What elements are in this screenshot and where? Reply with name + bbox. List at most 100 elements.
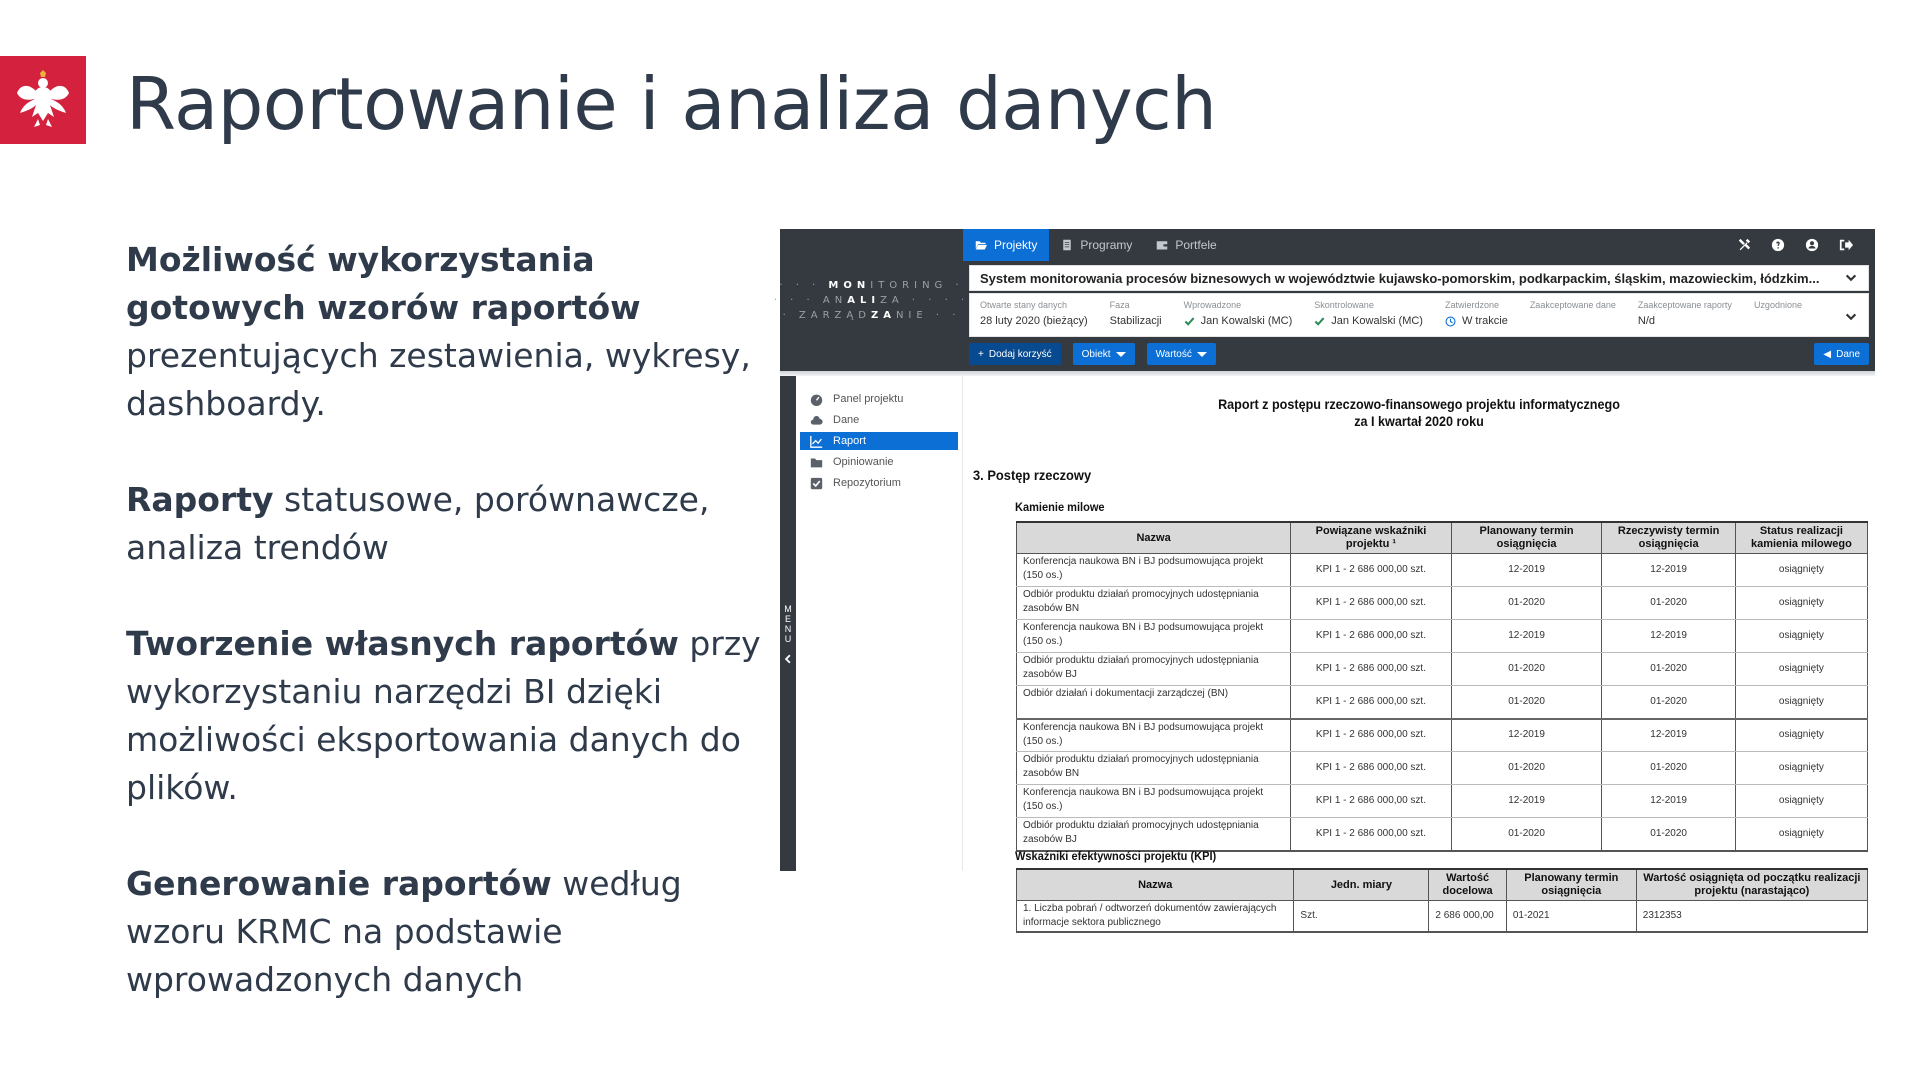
feature-text: prezentujących zestawienia, wykresy, das… <box>126 336 751 423</box>
add-benefit-button[interactable]: + Dodaj korzyść <box>969 343 1061 365</box>
tools-icon[interactable] <box>1737 238 1751 252</box>
chevron-down-icon[interactable] <box>1844 271 1858 285</box>
status-field: Zaakceptowane dane <box>1529 300 1616 310</box>
table-cell: osiągnięty <box>1734 553 1869 587</box>
data-back-button[interactable]: ◀ Dane <box>1814 343 1869 365</box>
column-header: Planowany termin osiągnięcia <box>1505 868 1637 901</box>
table-cell: Odbiór działań i dokumentacji zarządczej… <box>1015 685 1292 720</box>
table-cell: Odbiór produktu działań promocyjnych udo… <box>1015 586 1292 620</box>
caret-down-icon <box>1115 351 1126 357</box>
tab-programy[interactable]: Programy <box>1049 229 1144 261</box>
table-cell: 12-2019 <box>1601 718 1736 752</box>
user-icon[interactable] <box>1805 238 1819 252</box>
table-cell: 2 686 000,00 <box>1428 900 1507 933</box>
top-nav: Projekty Programy Portfele <box>963 229 1875 261</box>
sidebar-item-panel-projektu[interactable]: Panel projektu <box>800 390 958 408</box>
table-cell: Konferencja naukowa BN i BJ podsumowując… <box>1015 784 1292 818</box>
milestones-heading: Kamienie milowe <box>1015 500 1105 514</box>
table-cell: 1. Liczba pobrań / odtworzeń dokumentów … <box>1015 900 1295 933</box>
column-header: Nazwa <box>1015 868 1295 901</box>
table-cell: KPI 1 - 2 686 000,00 szt. <box>1290 652 1452 686</box>
tab-projekty[interactable]: Projekty <box>963 229 1050 261</box>
table-cell: 01-2020 <box>1450 817 1603 852</box>
table-cell: Szt. <box>1293 900 1430 933</box>
sidebar-label: Raport <box>833 435 867 447</box>
logout-icon[interactable] <box>1839 238 1853 252</box>
table-cell: Odbiór produktu działań promocyjnych udo… <box>1015 817 1292 852</box>
brand-line: · · · MONITORING · <box>779 279 964 291</box>
table-cell: osiągnięty <box>1734 586 1869 620</box>
action-toolbar: + Dodaj korzyść Obiekt Wartość ◀ Dane <box>969 341 1869 367</box>
project-selector[interactable]: System monitorowania procesów biznesowyc… <box>969 265 1869 291</box>
chart-line-icon <box>810 435 823 448</box>
sidebar-item-raport[interactable]: Raport <box>800 432 958 450</box>
tab-portfele[interactable]: Portfele <box>1144 229 1228 261</box>
feature-bold: Tworzenie własnych raportów <box>126 624 679 663</box>
kpi-heading: Wskaźniki efektywności projektu (KPI) <box>1015 849 1217 863</box>
wallet-icon <box>1157 241 1168 250</box>
feature-paragraph: Generowanie raportów według wzoru KRMC n… <box>126 860 766 1004</box>
table-cell: osiągnięty <box>1734 817 1869 852</box>
brand-logo: · · · MONITORING · · · · ANALIZA · · · ·… <box>774 229 964 371</box>
table-cell: osiągnięty <box>1734 652 1869 686</box>
chevron-left-icon[interactable] <box>783 654 793 664</box>
table-cell: KPI 1 - 2 686 000,00 szt. <box>1290 817 1452 852</box>
check-icon <box>1184 316 1194 326</box>
sidebar-item-repozytorium[interactable]: Repozytorium <box>800 474 958 492</box>
table-cell: osiągnięty <box>1734 784 1869 818</box>
sidebar-label: Repozytorium <box>833 477 901 489</box>
table-row: Konferencja naukowa BN i BJ podsumowując… <box>1015 553 1869 587</box>
column-header: Wartość osiągnięta od początku realizacj… <box>1635 868 1869 901</box>
folder-icon <box>810 457 823 467</box>
column-header: Powiązane wskaźniki projektu ¹ <box>1290 521 1452 554</box>
tab-label: Portfele <box>1175 238 1217 252</box>
status-field: Otwarte stany danych 28 luty 2020 (bieżąc… <box>980 300 1088 327</box>
table-cell: 12-2019 <box>1601 619 1736 653</box>
table-cell: 2312353 <box>1635 900 1869 933</box>
section-heading: 3. Postęp rzeczowy <box>973 467 1092 483</box>
status-bar: Otwarte stany danych 28 luty 2020 (bieżąc… <box>969 293 1869 337</box>
table-cell: 01-2020 <box>1601 652 1736 686</box>
sidebar-label: Panel projektu <box>833 393 904 405</box>
feature-bold: Raporty <box>126 480 274 519</box>
project-header: System monitorowania procesów biznesowyc… <box>963 261 1875 371</box>
table-cell: 01-2020 <box>1450 586 1603 620</box>
help-icon[interactable] <box>1771 238 1785 252</box>
sidebar-item-dane[interactable]: Dane <box>800 411 958 429</box>
slide-title: Raportowanie i analiza danych <box>126 62 1217 146</box>
document-icon <box>1063 239 1072 251</box>
table-row: Odbiór produktu działań promocyjnych udo… <box>1015 586 1869 620</box>
table-cell: KPI 1 - 2 686 000,00 szt. <box>1290 685 1452 720</box>
caret-down-icon <box>1196 351 1207 357</box>
cloud-icon <box>810 415 823 425</box>
status-field: Skontrolowane Jan Kowalski (MC) <box>1314 300 1423 327</box>
table-row: Odbiór produktu działań promocyjnych udo… <box>1015 817 1869 852</box>
column-header: Planowany termin osiągnięcia <box>1450 521 1603 554</box>
table-cell: KPI 1 - 2 686 000,00 szt. <box>1290 553 1452 587</box>
table-cell: 12-2019 <box>1450 553 1603 587</box>
chevron-down-icon[interactable] <box>1844 310 1858 324</box>
table-cell: osiągnięty <box>1734 751 1869 785</box>
table-cell: 01-2020 <box>1450 685 1603 720</box>
menu-label: MENU <box>784 603 792 644</box>
report-title: Raport z postępu rzeczowo-finansowego pr… <box>1218 396 1620 429</box>
column-header: Status realizacji kamienia milowego <box>1734 521 1869 554</box>
status-field: Wprowadzone Jan Kowalski (MC) <box>1183 300 1293 327</box>
table-cell: 12-2019 <box>1450 784 1603 818</box>
table-row: 1. Liczba pobrań / odtworzeń dokumentów … <box>1015 900 1869 933</box>
report-document: Raport z postępu rzeczowo-finansowego pr… <box>963 376 1875 949</box>
table-cell: KPI 1 - 2 686 000,00 szt. <box>1290 586 1452 620</box>
table-row: Konferencja naukowa BN i BJ podsumowując… <box>1015 784 1869 818</box>
status-field: Faza Stabilizacji <box>1109 300 1162 327</box>
value-dropdown[interactable]: Wartość <box>1146 343 1216 365</box>
menu-toggle[interactable]: MENU <box>780 376 796 871</box>
feature-list: Możliwość wykorzystania gotowych wzorów … <box>126 236 766 1052</box>
table-cell: osiągnięty <box>1734 619 1869 653</box>
sidebar-item-opiniowanie[interactable]: Opiniowanie <box>800 453 958 471</box>
feature-bold: Możliwość wykorzystania gotowych wzorów … <box>126 240 641 327</box>
sidebar: Panel projektu Dane Raport Opiniowanie R… <box>796 376 963 871</box>
table-cell: 12-2019 <box>1601 784 1736 818</box>
polish-eagle-emblem <box>0 56 86 144</box>
object-dropdown[interactable]: Obiekt <box>1072 343 1135 365</box>
kpi-table: Nazwa Jedn. miary Wartość docelowa Planowan… <box>1015 868 1869 933</box>
